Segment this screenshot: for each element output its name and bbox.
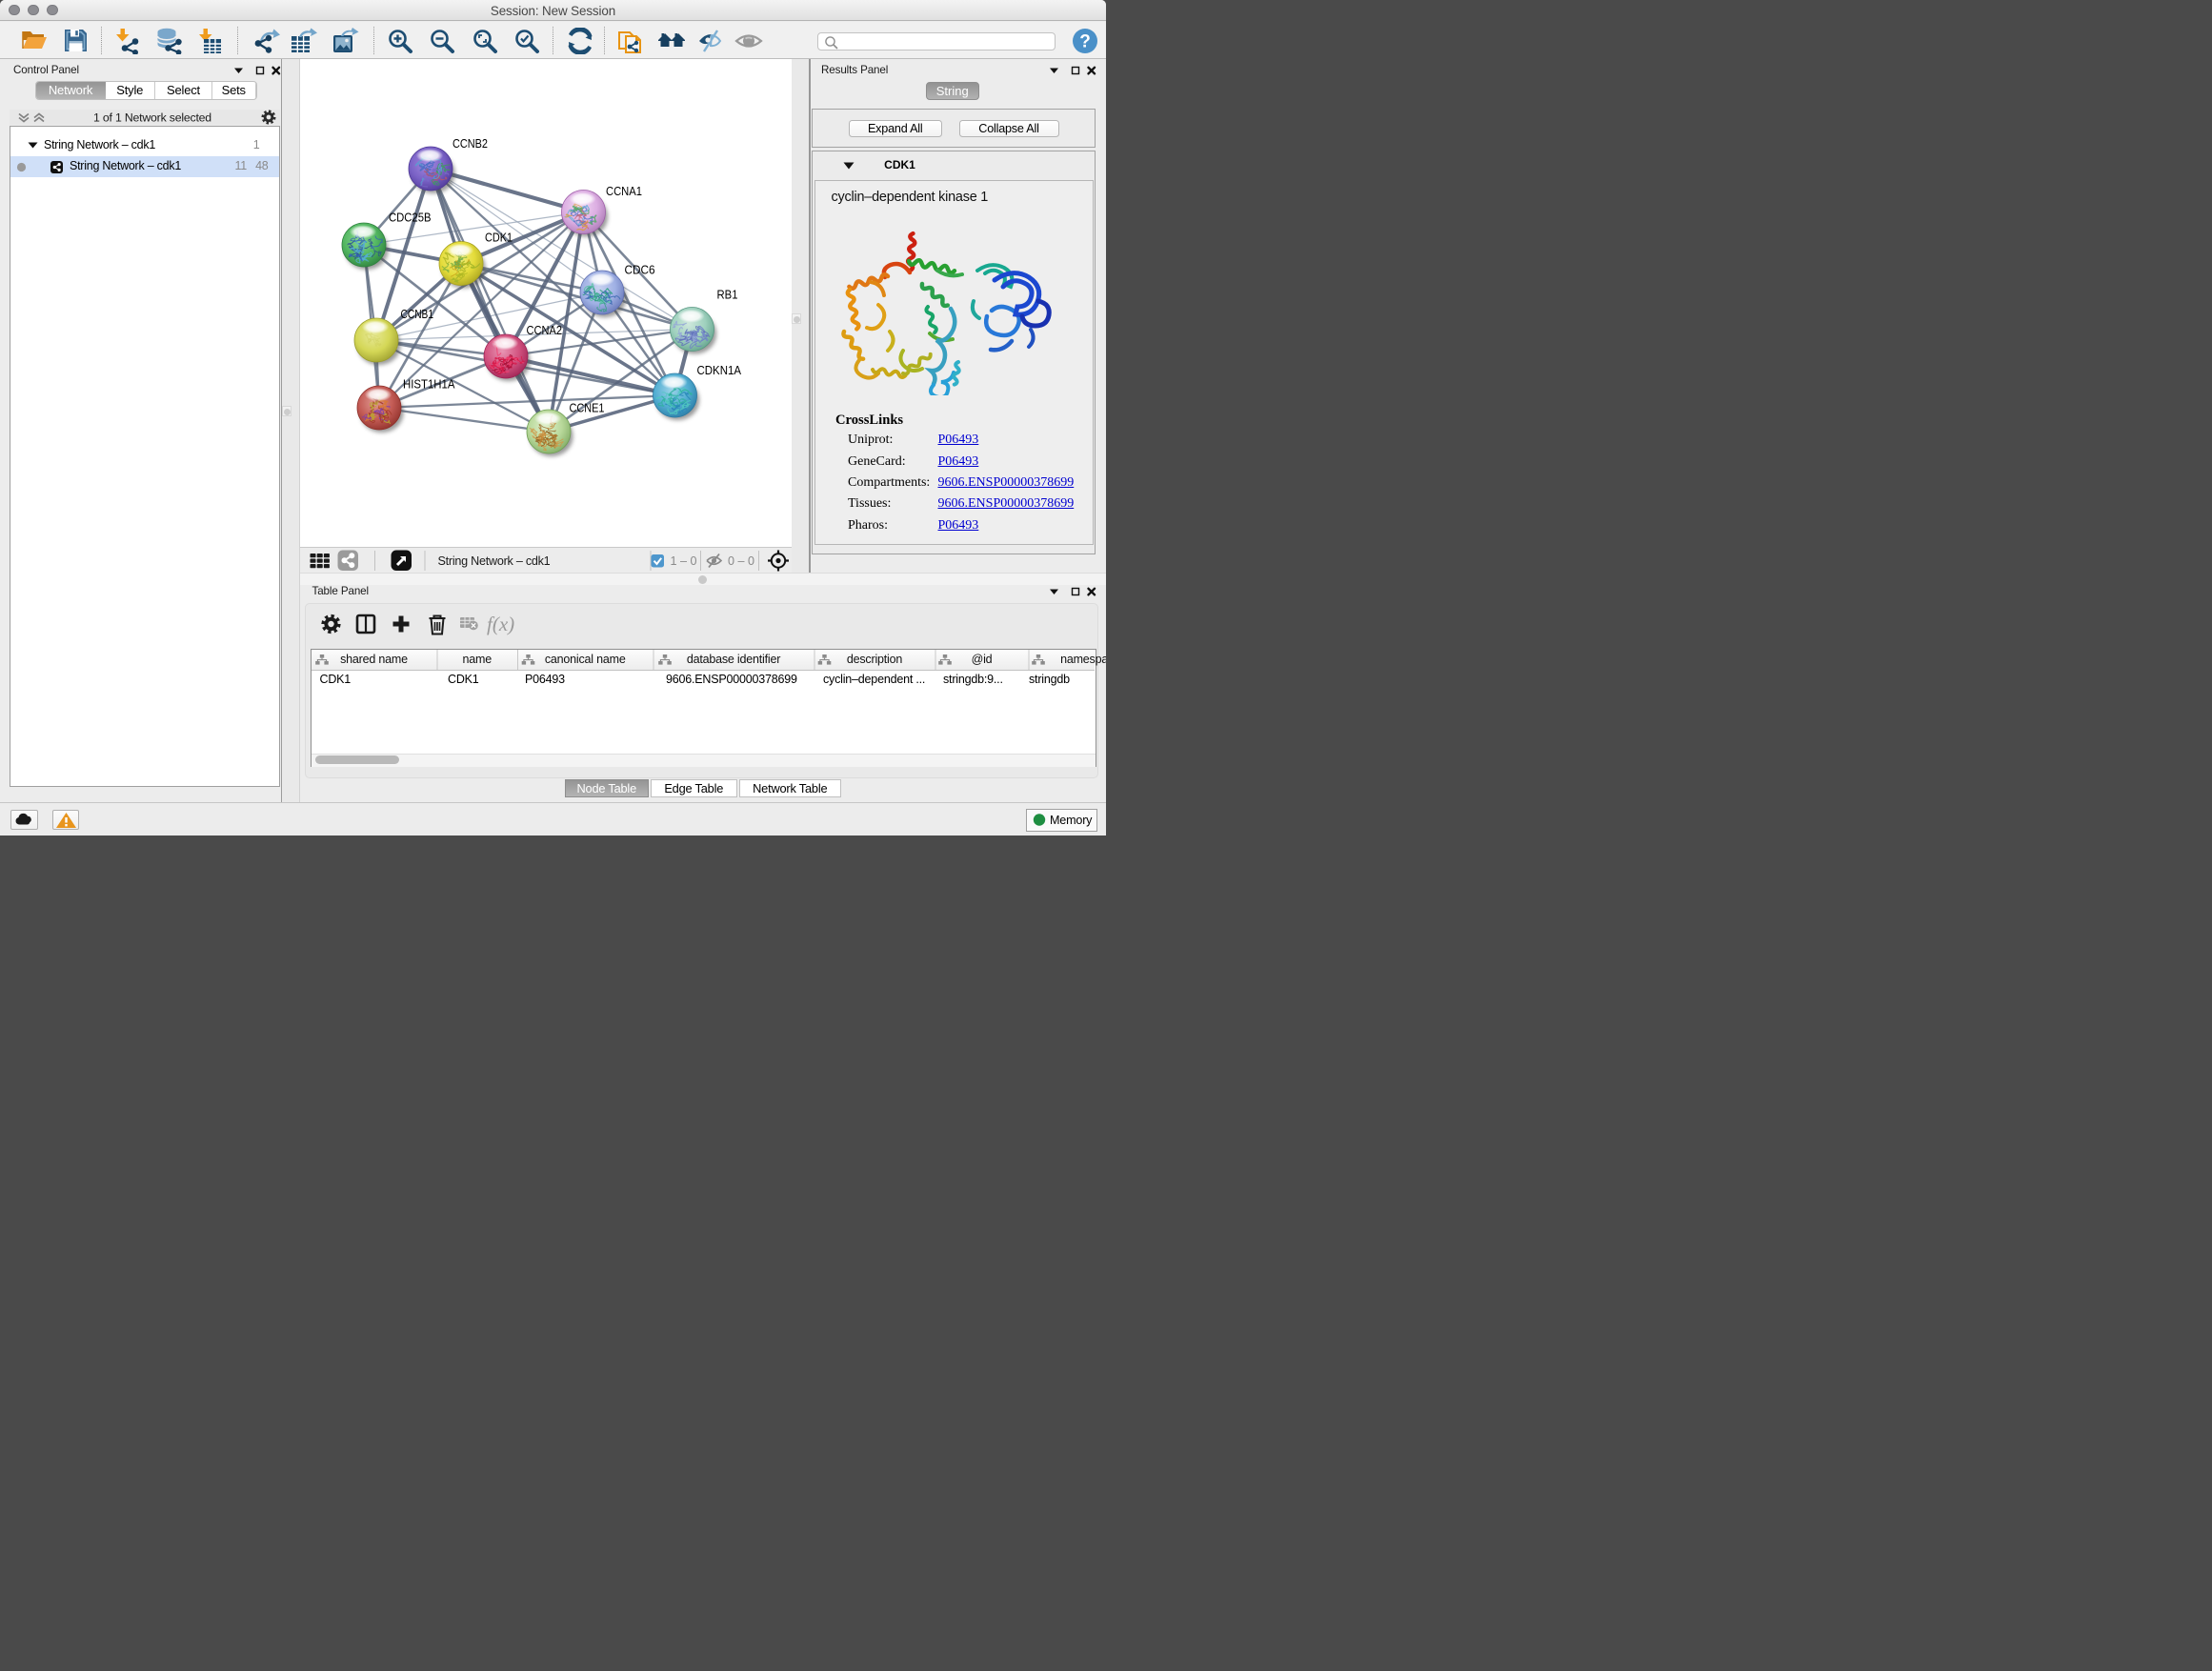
svg-text:HIST1H1A: HIST1H1A	[403, 376, 455, 391]
svg-text:RB1: RB1	[716, 287, 737, 301]
svg-text:CDKN1A: CDKN1A	[696, 363, 741, 377]
svg-text:Memory: Memory	[1050, 814, 1093, 827]
svg-text:0 – 0: 0 – 0	[728, 554, 754, 568]
svg-text:CDC6: CDC6	[624, 262, 654, 276]
svg-text:CCNA2: CCNA2	[526, 323, 562, 337]
svg-text:CDK1: CDK1	[485, 230, 513, 244]
svg-text:CCNE1: CCNE1	[569, 400, 604, 414]
svg-text:CCNB1: CCNB1	[400, 307, 433, 321]
svg-text:CDC25B: CDC25B	[389, 210, 432, 224]
svg-text:f(x): f(x)	[487, 613, 514, 635]
svg-text:CCNA1: CCNA1	[606, 184, 642, 198]
svg-text:?: ?	[1079, 31, 1091, 51]
svg-text:1 – 0: 1 – 0	[670, 554, 696, 568]
svg-text:String Network – cdk1: String Network – cdk1	[437, 554, 550, 568]
svg-text:1 of 1 Network selected: 1 of 1 Network selected	[93, 111, 211, 124]
svg-text:CCNB2: CCNB2	[452, 136, 488, 151]
